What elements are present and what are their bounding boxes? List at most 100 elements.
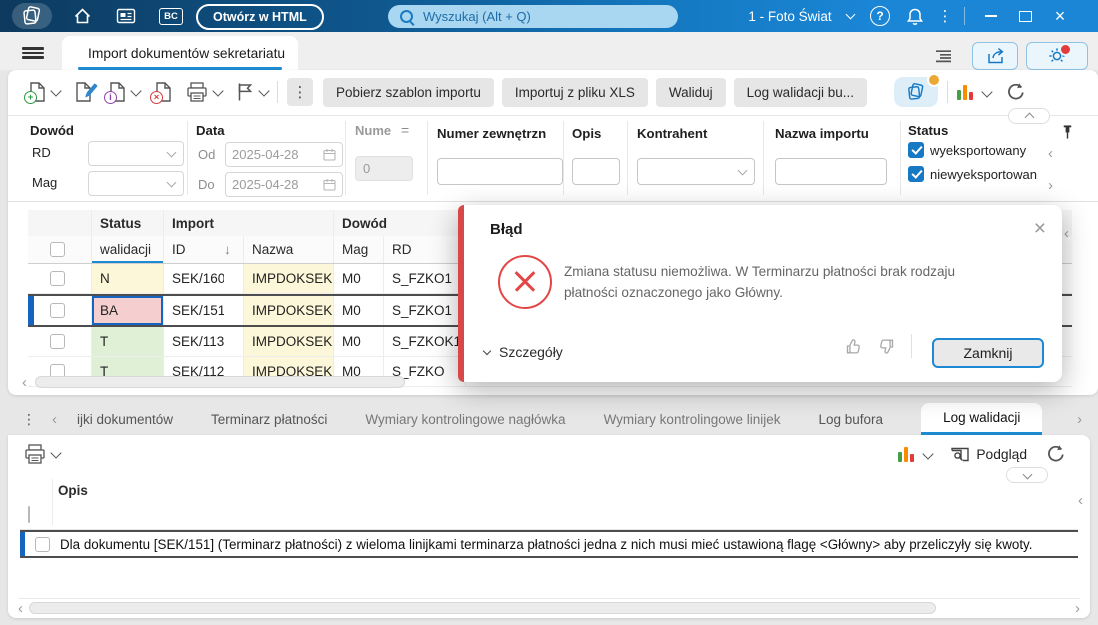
chevron-down-icon[interactable] [258, 84, 270, 97]
panel-collapse-arrow[interactable]: ‹ [1078, 493, 1083, 508]
status-option-niewyeksportowany[interactable]: niewyeksportowan [908, 166, 1041, 182]
scroll-left-arrow[interactable]: ‹ [18, 601, 23, 616]
horizontal-scrollbar[interactable]: ‹ › [18, 598, 1080, 616]
nazwa-importu-input[interactable] [775, 158, 887, 185]
scrollbar-thumb[interactable] [35, 376, 405, 388]
cell-status[interactable]: T [92, 327, 164, 356]
notifications-button[interactable] [902, 0, 928, 32]
analytics-icon[interactable] [957, 84, 975, 100]
thumbs-up-icon[interactable] [845, 338, 863, 355]
tab-log-walidacji[interactable]: Log walidacji [921, 403, 1043, 435]
col-walidacji[interactable]: walidacji [92, 236, 164, 263]
sort-desc-icon[interactable]: ↓ [224, 236, 244, 263]
refresh-button[interactable] [1005, 82, 1026, 103]
import-xls-button[interactable]: Importuj z pliku XLS [501, 77, 648, 107]
chevron-down-icon[interactable] [50, 446, 62, 459]
grid-panel-collapse-arrow[interactable]: ‹ [1064, 226, 1069, 241]
close-window-button[interactable]: × [1046, 0, 1074, 32]
checkbox-checked-icon[interactable] [908, 142, 924, 158]
date-from-input[interactable]: 2025-04-28 [225, 142, 343, 167]
chevron-down-icon[interactable] [212, 84, 224, 97]
filters-scroll-left[interactable]: ‹ [1048, 146, 1053, 161]
details-expander[interactable]: Szczegóły [482, 344, 563, 360]
checkbox-checked-icon[interactable] [908, 166, 924, 182]
bc-button[interactable]: BC [156, 0, 186, 32]
chevron-down-icon[interactable] [981, 86, 993, 98]
tab-linijki-dokumentow[interactable]: ijki dokumentów [77, 412, 173, 427]
row-checkbox[interactable] [49, 334, 65, 349]
group-import[interactable]: Import [164, 210, 334, 236]
new-document-button[interactable]: + [24, 82, 46, 104]
row-checkbox[interactable] [35, 536, 50, 552]
col-rd[interactable]: RD [384, 236, 466, 263]
related-objects-button[interactable] [894, 73, 941, 107]
status-option-wyeksportowany[interactable]: wyeksportowany [908, 142, 1026, 158]
cell-id[interactable]: SEK/160 [164, 264, 224, 293]
collapse-filters-button[interactable] [1008, 108, 1050, 124]
preview-button[interactable]: Podgląd [950, 446, 1027, 463]
scrollbar-thumb[interactable] [29, 602, 936, 614]
group-status[interactable]: Status [92, 210, 164, 236]
more-actions-button[interactable]: ⋮ [287, 78, 313, 106]
print-button[interactable] [24, 444, 46, 464]
global-search-input[interactable]: Wyszukaj (Alt + Q) [388, 5, 678, 28]
pin-filters-button[interactable] [1060, 124, 1075, 140]
rd-select[interactable] [88, 141, 184, 166]
analytics-icon[interactable] [898, 446, 916, 462]
tab-import-dokumentow[interactable]: Import dokumentów sekretariatu [62, 36, 298, 70]
select-all-checkbox[interactable] [49, 242, 65, 257]
row-checkbox[interactable] [49, 303, 65, 318]
kontrahent-select[interactable] [637, 158, 755, 185]
home-button[interactable] [68, 0, 96, 32]
chevron-down-icon[interactable] [50, 84, 62, 97]
dialog-close-icon[interactable]: × [1034, 217, 1046, 241]
close-dialog-button[interactable]: Zamknij [932, 338, 1044, 368]
flag-button[interactable] [236, 82, 254, 102]
chevron-down-icon[interactable] [922, 448, 935, 460]
company-selector[interactable]: 1 - Foto Świat [742, 0, 838, 32]
cell-mag[interactable]: M0 [334, 327, 384, 356]
filters-scroll-right[interactable]: › [1048, 178, 1053, 193]
validate-button[interactable]: Waliduj [655, 77, 726, 107]
cell-id[interactable]: SEK/151 [164, 296, 224, 325]
news-button[interactable] [112, 0, 140, 32]
cell-rd[interactable]: S_FZKO1 [384, 264, 466, 293]
tab-wymiary-naglowka[interactable]: Wymiary kontrolingowe nagłówka [365, 412, 565, 427]
cell-id[interactable]: SEK/113 [164, 327, 224, 356]
app-logo-button[interactable] [12, 3, 52, 29]
tab-wymiary-linijek[interactable]: Wymiary kontrolingowe linijek [604, 412, 781, 427]
cell-nazwa[interactable]: IMPDOKSEK [244, 296, 334, 325]
select-all-checkbox[interactable] [28, 506, 30, 523]
share-button[interactable] [972, 42, 1018, 70]
chevron-down-icon[interactable] [130, 84, 142, 97]
refresh-button[interactable] [1045, 444, 1066, 465]
scroll-left-arrow[interactable]: ‹ [22, 375, 27, 390]
tab-terminarz-platnosci[interactable]: Terminarz płatności [211, 412, 327, 427]
menu-button[interactable] [22, 47, 44, 59]
scroll-right-arrow[interactable]: › [1075, 601, 1080, 616]
cell-status[interactable]: BA [92, 296, 164, 325]
help-button[interactable]: ? [866, 0, 894, 32]
col-mag[interactable]: Mag [334, 236, 384, 263]
numer-input[interactable]: 0 [355, 156, 413, 181]
edit-document-button[interactable] [74, 82, 98, 102]
assistant-button[interactable] [1026, 42, 1088, 70]
log-row-selected[interactable]: Dla dokumentu [SEK/151] (Terminarz płatn… [20, 530, 1078, 558]
company-dropdown-chevron[interactable] [842, 0, 858, 32]
overflow-menu-button[interactable]: ⋮ [934, 0, 956, 32]
cell-nazwa[interactable]: IMPDOKSEK [244, 264, 334, 293]
col-nazwa[interactable]: Nazwa [244, 236, 334, 263]
panel-properties-button[interactable] [934, 49, 953, 64]
cell-rd[interactable]: S_FZKO1 [384, 296, 466, 325]
delete-document-button[interactable]: × [150, 82, 172, 104]
cell-rd[interactable]: S_FZKOK1 [384, 327, 466, 356]
tab-log-bufora[interactable]: Log bufora [819, 412, 884, 427]
numer-zewnetrzny-input[interactable] [437, 158, 563, 185]
kebab-icon[interactable]: ⋮ [22, 411, 36, 428]
equals-operator-icon[interactable]: = [401, 122, 409, 138]
col-id[interactable]: ID [164, 236, 224, 263]
maximize-button[interactable] [1012, 0, 1038, 32]
thumbs-down-icon[interactable] [877, 338, 895, 355]
tabs-scroll-left[interactable]: ‹ [52, 412, 57, 427]
download-template-button[interactable]: Pobierz szablon importu [323, 77, 494, 107]
